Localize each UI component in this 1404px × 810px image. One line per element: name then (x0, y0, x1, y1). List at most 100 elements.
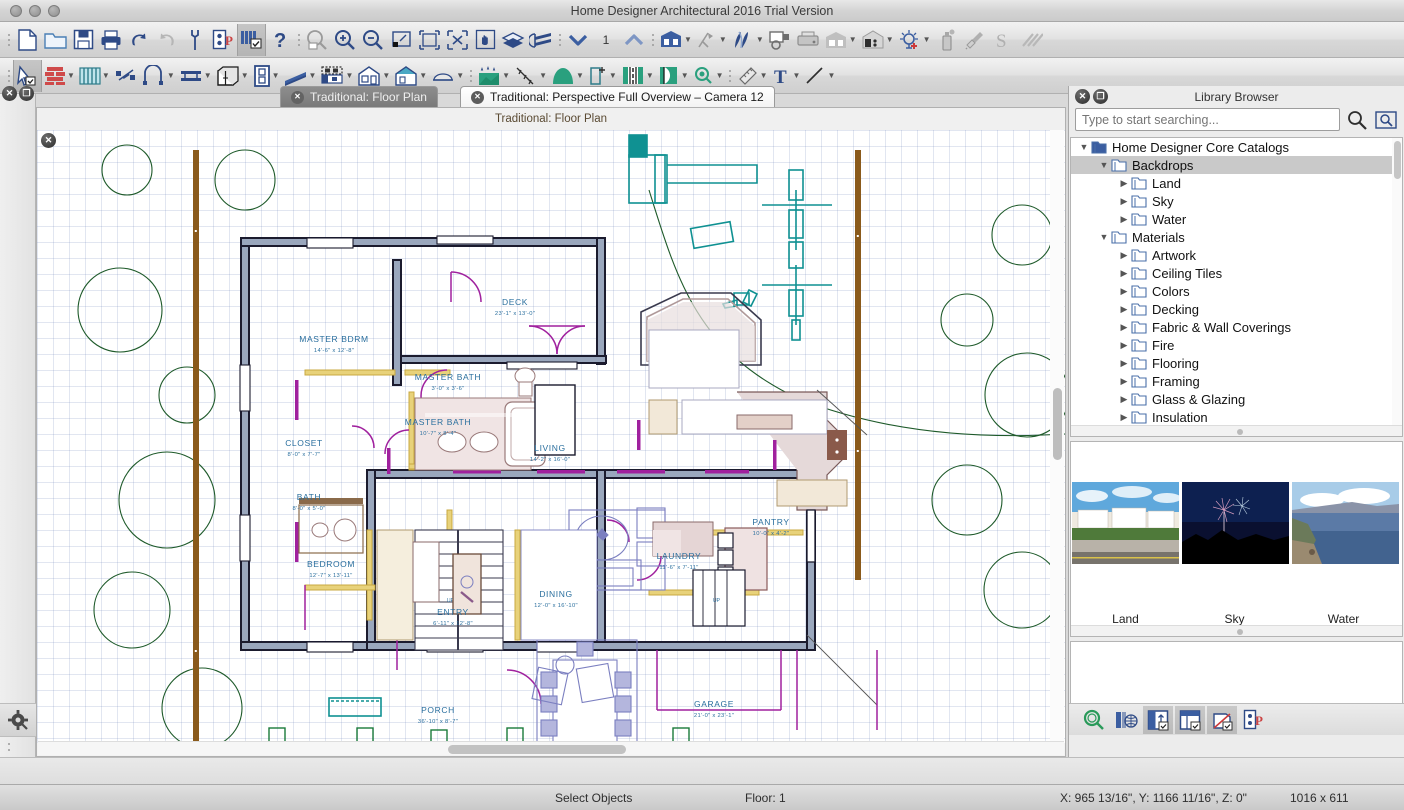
search-button[interactable] (1345, 108, 1369, 131)
undo-button[interactable] (125, 24, 153, 56)
preview-hscroll-thumb[interactable] (1236, 629, 1243, 635)
save-plan-button[interactable] (69, 24, 97, 56)
tree-item[interactable]: ▼ Home Designer Core Catalogs (1071, 138, 1402, 156)
thumbnail-sky[interactable] (1182, 482, 1289, 564)
material-painter-button[interactable] (933, 24, 961, 56)
toolbar-grip[interactable] (4, 24, 13, 56)
library-search-box[interactable] (1075, 108, 1340, 131)
chevron-right-icon[interactable]: ▶ (1117, 214, 1131, 225)
terrain-tools-button[interactable]: ▼ (694, 24, 729, 56)
tree-item[interactable]: ▶ Land (1071, 174, 1402, 192)
library-preview-panel[interactable]: Land Sky Water (1070, 441, 1403, 637)
pan-window-button[interactable] (471, 24, 499, 56)
chevron-down-icon[interactable]: ▼ (793, 71, 801, 80)
chevron-right-icon[interactable]: ▶ (1117, 268, 1131, 279)
chevron-right-icon[interactable]: ▶ (1117, 412, 1131, 423)
settings-gear-button[interactable] (0, 703, 36, 737)
tree-item[interactable]: ▶ Flooring (1071, 354, 1402, 372)
print-preview-button[interactable] (794, 24, 822, 56)
chevron-down-icon[interactable]: ▼ (67, 71, 75, 80)
zoom-extents-button[interactable] (443, 24, 471, 56)
tree-item[interactable]: ▶ Fabric & Wall Coverings (1071, 318, 1402, 336)
tree-item[interactable]: ▼ Materials (1071, 228, 1402, 246)
close-icon[interactable]: ✕ (291, 90, 304, 104)
zoom-out-button[interactable] (359, 24, 387, 56)
chevron-down-icon[interactable]: ▼ (419, 71, 427, 80)
open-plan-button[interactable] (41, 24, 69, 56)
tab-floor-plan[interactable]: ✕ Traditional: Floor Plan (280, 86, 438, 107)
chevron-right-icon[interactable]: ▶ (1117, 376, 1131, 387)
chevron-down-icon[interactable]: ▼ (827, 71, 835, 80)
left-panel-grip[interactable] (8, 737, 14, 757)
build-house-button[interactable]: ▼ (657, 24, 694, 56)
chevron-down-icon[interactable]: ▼ (760, 71, 768, 80)
plant-tools-button[interactable]: ▼ (729, 24, 766, 56)
chevron-right-icon[interactable]: ▶ (1117, 394, 1131, 405)
tree-item[interactable]: ▼ Backdrops (1071, 156, 1402, 174)
hide-panel-toggle-button[interactable] (1207, 705, 1237, 734)
left-panel-window-buttons[interactable]: ✕ ❐ (2, 86, 34, 101)
chevron-down-icon[interactable]: ▼ (923, 35, 931, 44)
chevron-down-icon[interactable]: ▼ (456, 71, 464, 80)
line-style-button[interactable] (1017, 24, 1045, 56)
chevron-down-icon[interactable]: ▼ (204, 71, 212, 80)
plan-horizontal-scroll-thumb[interactable] (448, 745, 626, 754)
adjust-lights-button[interactable]: ▼ (896, 24, 933, 56)
chevron-down-icon[interactable]: ▼ (756, 35, 764, 44)
tree-item[interactable]: ▶ Ceiling Tiles (1071, 264, 1402, 282)
chevron-down-icon[interactable]: ▼ (309, 71, 317, 80)
chevron-right-icon[interactable]: ▶ (1117, 340, 1131, 351)
fill-window-building-button[interactable] (415, 24, 443, 56)
close-icon[interactable]: ✕ (41, 133, 56, 148)
tree-item[interactable]: ▶ Insulation (1071, 408, 1402, 426)
chevron-down-icon[interactable]: ▼ (719, 35, 727, 44)
chevron-right-icon[interactable]: ▶ (1117, 322, 1131, 333)
redo-button[interactable] (153, 24, 181, 56)
tree-item[interactable]: ▶ Decking (1071, 300, 1402, 318)
library-preferences-button[interactable]: P (1239, 706, 1269, 734)
chevron-down-icon[interactable]: ▼ (681, 71, 689, 80)
tree-item[interactable]: ▶ Water (1071, 210, 1402, 228)
chevron-down-icon[interactable]: ▼ (167, 71, 175, 80)
chevron-down-icon[interactable]: ▼ (382, 71, 390, 80)
tree-item[interactable]: ▶ Colors (1071, 282, 1402, 300)
chevron-down-icon[interactable]: ▼ (241, 71, 249, 80)
chevron-down-icon[interactable]: ▼ (1097, 160, 1111, 170)
plan-close-button[interactable]: ✕ (41, 133, 56, 148)
panel-layout-toggle-button[interactable] (1175, 705, 1205, 734)
advanced-search-button[interactable] (1374, 108, 1398, 131)
thumbnail-water[interactable] (1292, 482, 1399, 564)
tree-item[interactable]: ▶ Artwork (1071, 246, 1402, 264)
plan-horizontal-scrollbar[interactable] (38, 741, 1064, 755)
cross-section-button[interactable]: ▼ (859, 24, 896, 56)
new-plan-button[interactable] (13, 24, 41, 56)
tree-item[interactable]: ▶ Framing (1071, 372, 1402, 390)
print-button[interactable] (97, 24, 125, 56)
chevron-right-icon[interactable]: ▶ (1117, 358, 1131, 369)
panel-display-toggle-button[interactable] (1143, 705, 1173, 734)
tree-horizontal-scrollbar[interactable] (1071, 425, 1402, 436)
tree-scroll-thumb[interactable] (1394, 141, 1401, 179)
shadows-button[interactable]: S (989, 24, 1017, 56)
chevron-right-icon[interactable]: ▶ (1117, 304, 1131, 315)
display-options-button[interactable] (237, 23, 266, 56)
chevron-down-icon[interactable]: ▼ (646, 71, 654, 80)
plan-vertical-scroll-thumb[interactable] (1053, 388, 1062, 460)
zoom-in-button[interactable] (331, 24, 359, 56)
thumbnail-land[interactable] (1072, 482, 1179, 564)
floor-plan-canvas[interactable]: UP UP MASTER BDRM 14'-6" x 12'-8" DECK 2… (37, 130, 1065, 743)
help-button[interactable]: ? (266, 24, 294, 56)
library-catalogs-button[interactable] (1111, 706, 1141, 734)
restore-icon[interactable]: ❐ (19, 86, 34, 101)
close-icon[interactable]: ✕ (2, 86, 17, 101)
tree-item[interactable]: ▶ Fire (1071, 336, 1402, 354)
chevron-down-icon[interactable]: ▼ (1097, 232, 1111, 242)
tab-perspective[interactable]: ✕ Traditional: Perspective Full Overview… (460, 86, 775, 107)
wall-elevation-button[interactable]: ▼ (822, 24, 859, 56)
chevron-right-icon[interactable]: ▶ (1117, 196, 1131, 207)
reference-display-button[interactable] (499, 24, 527, 56)
chevron-down-icon[interactable]: ▼ (272, 71, 280, 80)
material-eyedropper-button[interactable] (961, 24, 989, 56)
down-one-floor-button[interactable] (564, 24, 592, 56)
camera-tools-button[interactable] (766, 24, 794, 56)
